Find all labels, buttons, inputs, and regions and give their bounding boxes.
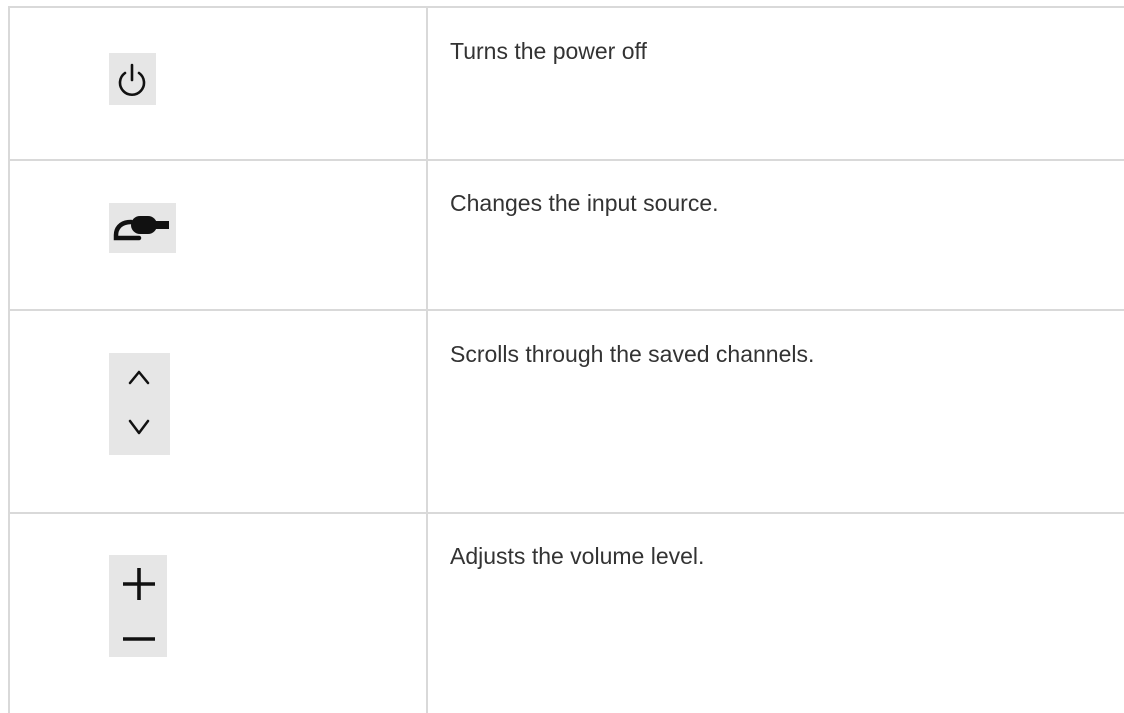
table-row: Scrolls through the saved channels. — [8, 311, 1124, 512]
channel-up-down-icon — [109, 353, 170, 455]
table-row: Turns the power off — [8, 8, 1124, 159]
row-description: Scrolls through the saved channels. — [450, 341, 815, 367]
row-description: Changes the input source. — [450, 190, 719, 216]
power-icon — [109, 53, 156, 105]
row-description: Adjusts the volume level. — [450, 543, 705, 569]
table-row: Changes the input source. — [8, 161, 1124, 309]
volume-plus-minus-icon — [109, 555, 167, 657]
row-description: Turns the power off — [450, 38, 647, 64]
table-row: Adjusts the volume level. — [8, 514, 1124, 713]
button-reference-table: Turns the power off Changes the input so… — [8, 0, 1124, 713]
input-source-icon — [109, 203, 176, 253]
